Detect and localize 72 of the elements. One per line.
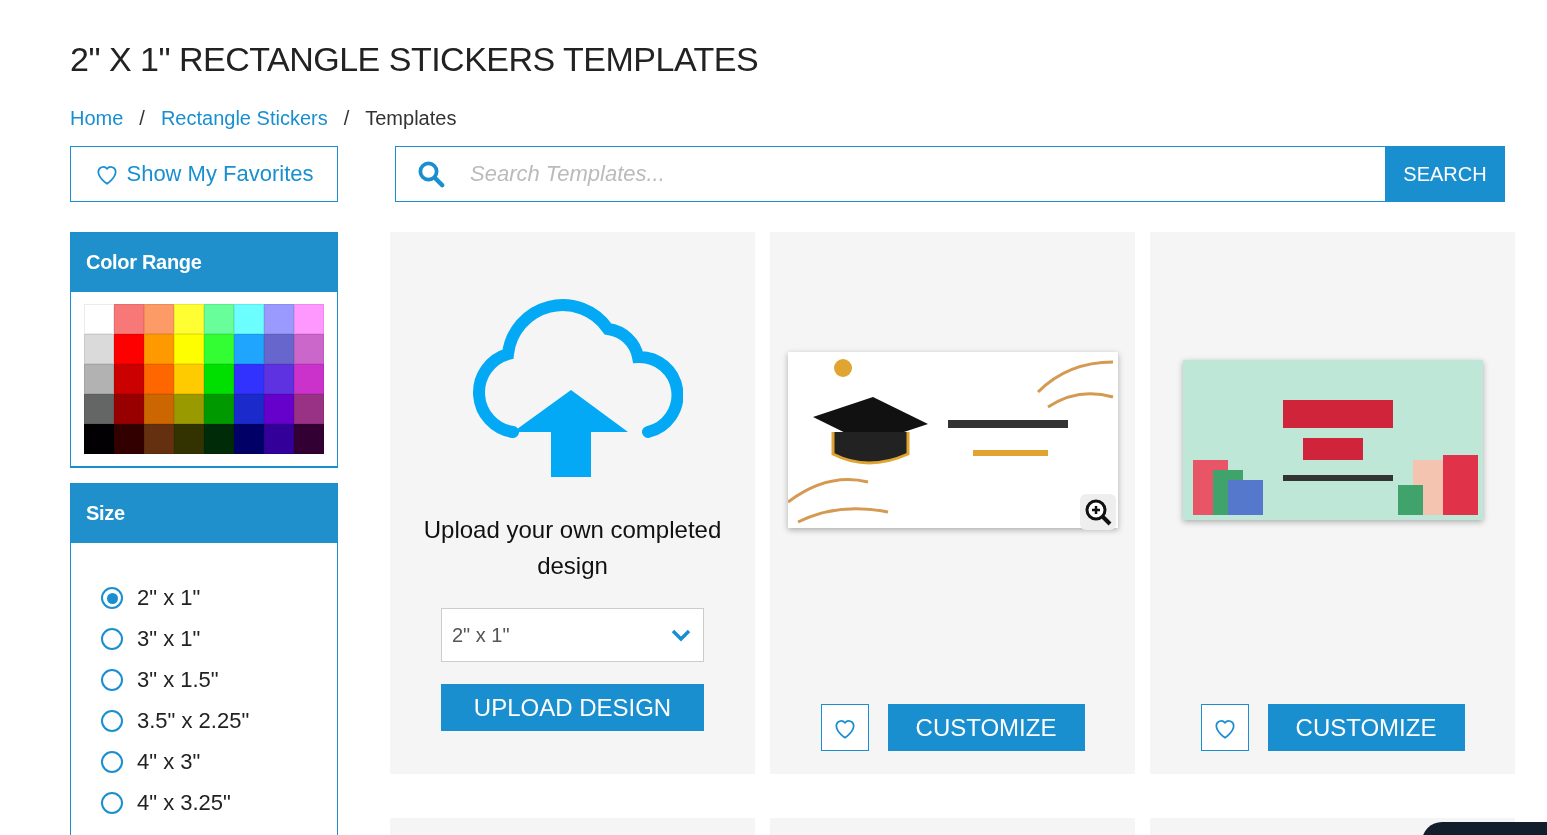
- breadcrumb-current: Templates: [365, 107, 457, 130]
- color-swatch[interactable]: [264, 424, 294, 454]
- breadcrumb-separator: /: [139, 107, 145, 130]
- radio-button[interactable]: [101, 751, 123, 773]
- panel-heading: Color Range: [71, 233, 337, 292]
- color-swatch[interactable]: [114, 424, 144, 454]
- color-swatch[interactable]: [294, 364, 324, 394]
- radio-button[interactable]: [101, 710, 123, 732]
- color-swatch[interactable]: [234, 304, 264, 334]
- size-option-label: 3.5" x 2.25": [137, 708, 250, 734]
- color-swatch[interactable]: [84, 424, 114, 454]
- color-swatch[interactable]: [114, 304, 144, 334]
- radio-button[interactable]: [101, 587, 123, 609]
- color-swatch[interactable]: [294, 424, 324, 454]
- color-swatch[interactable]: [84, 394, 114, 424]
- breadcrumb-link[interactable]: Home: [70, 107, 124, 130]
- search-icon: [416, 159, 446, 189]
- color-swatch[interactable]: [144, 334, 174, 364]
- color-swatch[interactable]: [264, 394, 294, 424]
- color-swatch[interactable]: [114, 334, 144, 364]
- radio-button[interactable]: [101, 792, 123, 814]
- color-swatch[interactable]: [144, 394, 174, 424]
- color-swatch[interactable]: [114, 394, 144, 424]
- color-swatch[interactable]: [264, 364, 294, 394]
- color-swatch[interactable]: [234, 424, 264, 454]
- panel-heading: Size: [71, 484, 337, 543]
- color-swatch[interactable]: [174, 394, 204, 424]
- size-option-label: 2" x 1": [137, 585, 201, 611]
- search-button[interactable]: SEARCH: [1385, 146, 1505, 202]
- favorite-button[interactable]: [1200, 704, 1249, 751]
- color-swatch[interactable]: [114, 364, 144, 394]
- color-swatch[interactable]: [264, 334, 294, 364]
- radio-button[interactable]: [101, 628, 123, 650]
- zoom-in-icon[interactable]: [1079, 494, 1116, 530]
- color-swatch[interactable]: [174, 304, 204, 334]
- color-swatch[interactable]: [204, 304, 234, 334]
- color-swatch[interactable]: [84, 364, 114, 394]
- breadcrumb-separator: /: [343, 107, 350, 130]
- color-swatch[interactable]: [144, 304, 174, 334]
- color-swatch[interactable]: [204, 364, 234, 394]
- color-swatch[interactable]: [294, 334, 324, 364]
- color-swatch[interactable]: [264, 304, 294, 334]
- favorite-button[interactable]: [820, 704, 869, 751]
- upload-text: Upload your own completed design: [422, 515, 723, 581]
- color-swatch[interactable]: [84, 334, 114, 364]
- color-swatch[interactable]: [144, 424, 174, 454]
- breadcrumb-link[interactable]: Rectangle Stickers: [160, 107, 328, 130]
- size-option-label: 4" x 3": [137, 749, 201, 775]
- color-swatch[interactable]: [234, 334, 264, 364]
- color-swatch[interactable]: [144, 364, 174, 394]
- customize-button[interactable]: CUSTOMIZE: [1267, 704, 1465, 751]
- color-swatch[interactable]: [204, 424, 234, 454]
- color-swatch[interactable]: [294, 304, 324, 334]
- color-swatch[interactable]: [174, 334, 204, 364]
- show-favorites-button[interactable]: Show My Favorites: [70, 146, 338, 202]
- size-dropdown[interactable]: 2" x 1": [441, 608, 704, 662]
- size-option-label: 4" x 3.25": [137, 790, 231, 816]
- size-option-label: 3" x 1": [137, 626, 201, 652]
- color-swatch[interactable]: [234, 364, 264, 394]
- size-option-label: 3" x 1.5": [137, 667, 219, 693]
- color-swatch[interactable]: [84, 304, 114, 334]
- radio-button[interactable]: [101, 669, 123, 691]
- upload-design-button[interactable]: UPLOAD DESIGN: [441, 684, 704, 731]
- color-swatch[interactable]: [204, 334, 234, 364]
- color-swatch[interactable]: [234, 394, 264, 424]
- color-swatch[interactable]: [204, 394, 234, 424]
- search-field[interactable]: Search Templates... SEARCH: [395, 146, 1505, 202]
- color-swatch[interactable]: [174, 424, 204, 454]
- color-swatch[interactable]: [294, 394, 324, 424]
- page-title: 2" X 1" RECTANGLE STICKERS TEMPLATES: [70, 40, 760, 79]
- customize-button[interactable]: CUSTOMIZE: [887, 704, 1085, 751]
- color-swatch[interactable]: [174, 364, 204, 394]
